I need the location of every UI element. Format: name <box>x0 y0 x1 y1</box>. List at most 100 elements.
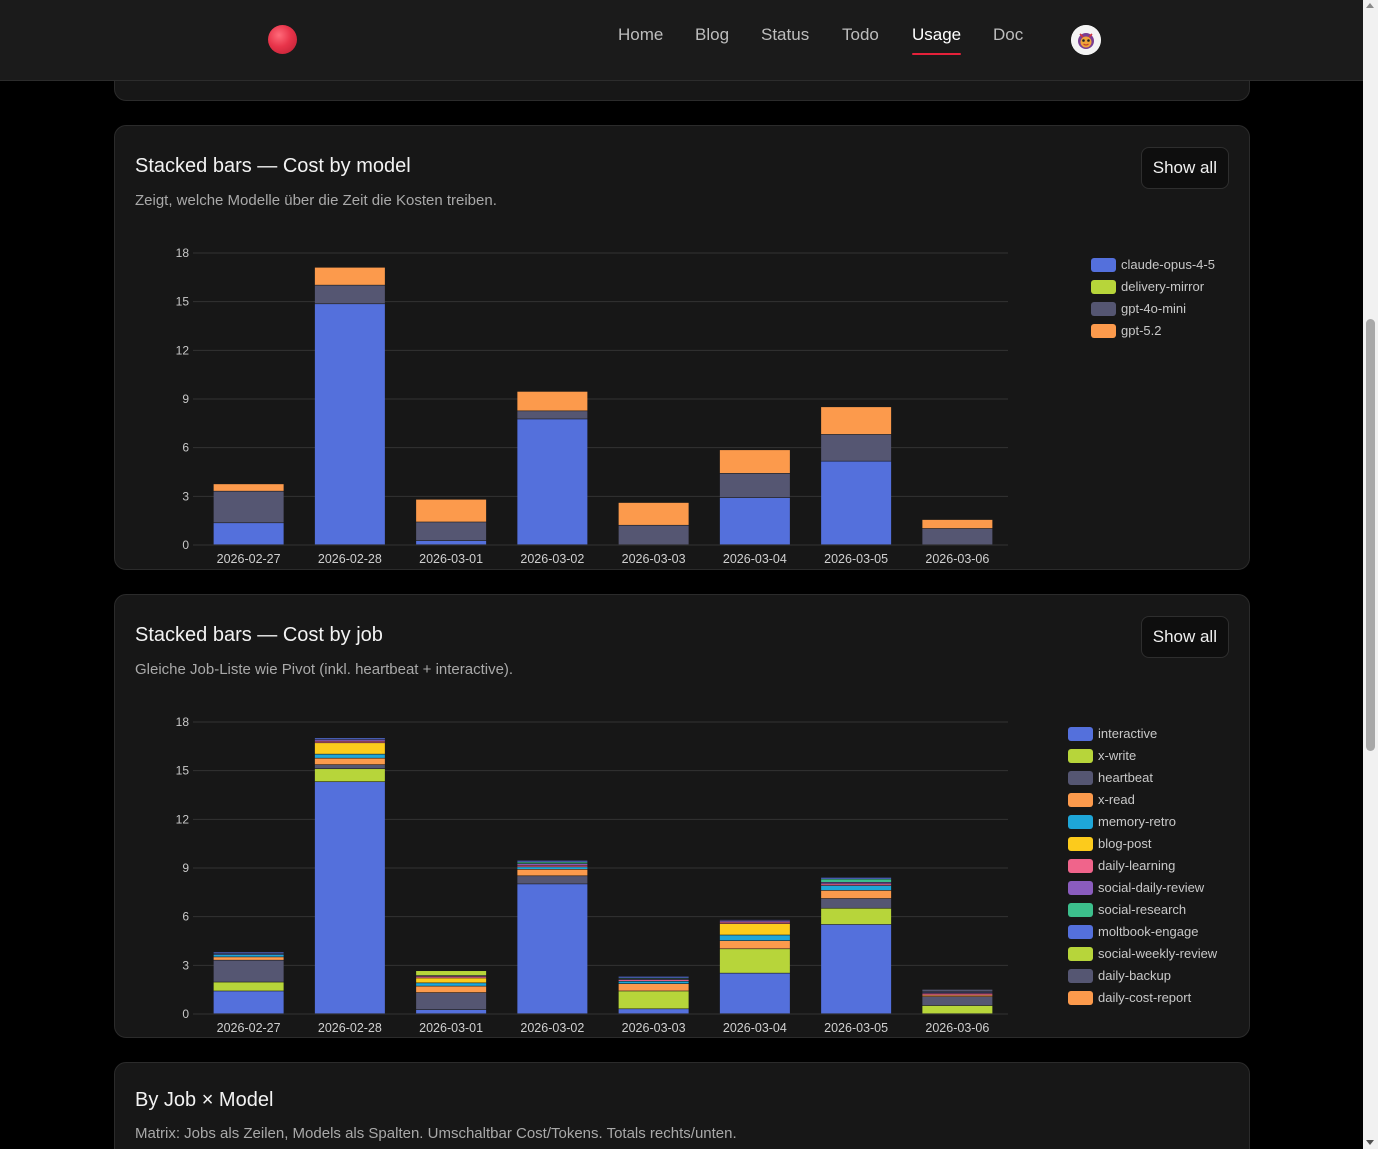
legend-label[interactable]: gpt-4o-mini <box>1121 301 1186 316</box>
nav-doc[interactable]: Doc <box>993 25 1023 45</box>
legend-swatch[interactable] <box>1091 302 1116 316</box>
legend-label[interactable]: social-weekly-review <box>1098 946 1218 961</box>
bar-segment-memory-retro[interactable] <box>416 983 487 986</box>
bar-segment-gpt-5.2[interactable] <box>922 519 993 529</box>
legend-label[interactable]: claude-opus-4-5 <box>1121 257 1215 272</box>
bar-segment-gpt-5.2[interactable] <box>416 499 487 522</box>
scroll-up-arrow-icon[interactable] <box>1366 3 1374 8</box>
bar-segment-gpt-5.2[interactable] <box>517 391 588 411</box>
bar-segment-memory-retro[interactable] <box>618 981 689 984</box>
bar-segment-social-daily-review[interactable] <box>719 920 790 922</box>
legend-label[interactable]: gpt-5.2 <box>1121 323 1161 338</box>
bar-segment-x-write[interactable] <box>719 949 790 973</box>
logo[interactable] <box>268 25 297 54</box>
legend-label[interactable]: interactive <box>1098 726 1157 741</box>
bar-segment-x-read[interactable] <box>821 890 892 899</box>
bar-segment-interactive[interactable] <box>517 884 588 1014</box>
bar-segment-claude-opus-4-5[interactable] <box>314 304 385 545</box>
bar-segment-gpt-4o-mini[interactable] <box>618 525 689 545</box>
bar-segment-x-write[interactable] <box>618 991 689 1009</box>
legend-label[interactable]: x-read <box>1098 792 1135 807</box>
bar-segment-daily-learning[interactable] <box>922 993 993 995</box>
bar-segment-social-daily-review[interactable] <box>517 863 588 865</box>
bar-segment-gpt-4o-mini[interactable] <box>416 522 487 541</box>
bar-segment-gpt-4o-mini[interactable] <box>213 491 284 523</box>
bar-segment-daily-learning[interactable] <box>821 884 892 886</box>
bar-segment-heartbeat[interactable] <box>314 764 385 769</box>
legend-swatch[interactable] <box>1068 793 1093 807</box>
legend-label[interactable]: moltbook-engage <box>1098 924 1198 939</box>
avatar[interactable] <box>1071 25 1101 55</box>
bar-segment-moltbook-engage[interactable] <box>213 952 284 954</box>
bar-segment-gpt-4o-mini[interactable] <box>922 528 993 545</box>
bar-segment-blog-post[interactable] <box>416 978 487 983</box>
bar-segment-gpt-5.2[interactable] <box>618 502 689 525</box>
legend-label[interactable]: social-research <box>1098 902 1186 917</box>
bar-segment-gpt-4o-mini[interactable] <box>821 434 892 461</box>
legend-swatch[interactable] <box>1068 881 1093 895</box>
bar-segment-gpt-5.2[interactable] <box>314 267 385 285</box>
legend-swatch[interactable] <box>1068 969 1093 983</box>
bar-segment-interactive[interactable] <box>618 1009 689 1014</box>
bar-segment-x-read[interactable] <box>922 995 993 997</box>
bar-segment-daily-backup[interactable] <box>922 989 993 992</box>
bar-segment-x-write[interactable] <box>314 769 385 782</box>
bar-segment-social-daily-review[interactable] <box>314 739 385 741</box>
page-scrollbar[interactable] <box>1363 0 1378 1149</box>
bar-segment-daily-learning[interactable] <box>314 741 385 743</box>
bar-segment-blog-post[interactable] <box>314 743 385 754</box>
bar-segment-interactive[interactable] <box>821 924 892 1014</box>
nav-home[interactable]: Home <box>618 25 663 45</box>
bar-segment-memory-retro[interactable] <box>719 935 790 941</box>
bar-segment-x-read[interactable] <box>517 869 588 876</box>
legend-label[interactable]: x-write <box>1098 748 1136 763</box>
legend-swatch[interactable] <box>1068 859 1093 873</box>
legend-label[interactable]: social-daily-review <box>1098 880 1205 895</box>
bar-segment-x-write[interactable] <box>922 1005 993 1014</box>
bar-segment-claude-opus-4-5[interactable] <box>517 419 588 545</box>
bar-segment-interactive[interactable] <box>719 973 790 1014</box>
bar-segment-heartbeat[interactable] <box>213 960 284 982</box>
bar-segment-interactive[interactable] <box>416 1009 487 1014</box>
bar-segment-claude-opus-4-5[interactable] <box>213 523 284 545</box>
bar-segment-gpt-4o-mini[interactable] <box>314 285 385 304</box>
bar-segment-x-read[interactable] <box>416 986 487 993</box>
bar-segment-memory-retro[interactable] <box>821 885 892 891</box>
scrollbar-thumb[interactable] <box>1366 319 1375 751</box>
bar-segment-gpt-4o-mini[interactable] <box>719 473 790 498</box>
legend-swatch[interactable] <box>1068 903 1093 917</box>
bar-segment-gpt-4o-mini[interactable] <box>517 411 588 419</box>
legend-label[interactable]: daily-cost-report <box>1098 990 1192 1005</box>
bar-segment-x-write[interactable] <box>213 982 284 991</box>
legend-swatch[interactable] <box>1068 771 1093 785</box>
bar-segment-claude-opus-4-5[interactable] <box>821 461 892 545</box>
legend-label[interactable]: memory-retro <box>1098 814 1176 829</box>
bar-segment-heartbeat[interactable] <box>922 996 993 1006</box>
legend-label[interactable]: heartbeat <box>1098 770 1153 785</box>
nav-blog[interactable]: Blog <box>695 25 729 45</box>
bar-segment-gpt-5.2[interactable] <box>213 484 284 491</box>
legend-swatch[interactable] <box>1068 749 1093 763</box>
nav-usage[interactable]: Usage <box>912 25 961 45</box>
bar-segment-claude-opus-4-5[interactable] <box>416 540 487 545</box>
bar-segment-moltbook-engage[interactable] <box>821 877 892 879</box>
legend-swatch[interactable] <box>1091 324 1116 338</box>
bar-segment-memory-retro[interactable] <box>213 954 284 957</box>
bar-segment-social-weekly-review[interactable] <box>416 971 487 976</box>
nav-todo[interactable]: Todo <box>842 25 879 45</box>
bar-segment-daily-learning[interactable] <box>416 976 487 978</box>
legend-swatch[interactable] <box>1068 991 1093 1005</box>
legend-label[interactable]: daily-learning <box>1098 858 1175 873</box>
bar-segment-heartbeat[interactable] <box>416 992 487 1010</box>
bar-segment-heartbeat[interactable] <box>517 876 588 884</box>
bar-segment-memory-retro[interactable] <box>314 754 385 758</box>
bar-segment-moltbook-engage[interactable] <box>618 976 689 978</box>
bar-segment-x-read[interactable] <box>213 957 284 960</box>
legend-label[interactable]: daily-backup <box>1098 968 1171 983</box>
bar-segment-interactive[interactable] <box>314 782 385 1014</box>
legend-swatch[interactable] <box>1091 258 1116 272</box>
legend-swatch[interactable] <box>1068 815 1093 829</box>
legend-swatch[interactable] <box>1068 925 1093 939</box>
bar-segment-x-write[interactable] <box>821 908 892 925</box>
bar-segment-daily-learning[interactable] <box>618 979 689 981</box>
